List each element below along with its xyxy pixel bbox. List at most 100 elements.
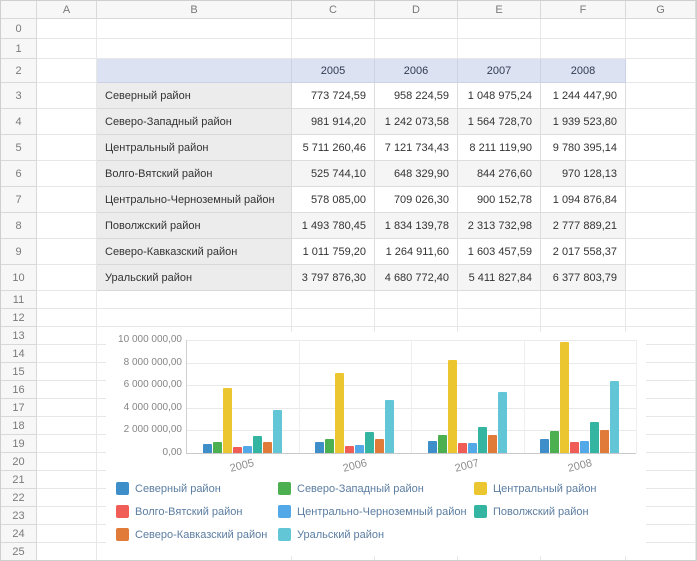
column-header-F[interactable]: F <box>541 1 626 19</box>
cell-A25[interactable] <box>37 543 97 561</box>
cell-D2[interactable]: 2006 <box>375 59 458 83</box>
cell-A17[interactable] <box>37 399 97 417</box>
row-header-12[interactable]: 12 <box>1 309 37 327</box>
cell-A22[interactable] <box>37 489 97 507</box>
cell-A0[interactable] <box>37 19 97 39</box>
cell-F12[interactable] <box>541 309 626 327</box>
cell-C3[interactable]: 773 724,59 <box>292 83 375 109</box>
cell-G6[interactable] <box>626 161 696 187</box>
legend-item-Центрально-Черноземный район[interactable]: Центрально-Черноземный район <box>278 505 467 518</box>
cell-F1[interactable] <box>541 39 626 59</box>
row-header-0[interactable]: 0 <box>1 19 37 39</box>
cell-G8[interactable] <box>626 213 696 239</box>
cell-A3[interactable] <box>37 83 97 109</box>
cell-G7[interactable] <box>626 187 696 213</box>
cell-C7[interactable]: 578 085,00 <box>292 187 375 213</box>
cell-E5[interactable]: 8 211 119,90 <box>458 135 541 161</box>
cell-F10[interactable]: 6 377 803,79 <box>541 265 626 291</box>
cell-C2[interactable]: 2005 <box>292 59 375 83</box>
cell-B7[interactable]: Центрально-Черноземный район <box>97 187 292 213</box>
legend-item-Центральный район[interactable]: Центральный район <box>474 482 597 495</box>
row-header-20[interactable]: 20 <box>1 453 37 471</box>
cell-D12[interactable] <box>375 309 458 327</box>
cell-A9[interactable] <box>37 239 97 265</box>
cell-B5[interactable]: Центральный район <box>97 135 292 161</box>
cell-E2[interactable]: 2007 <box>458 59 541 83</box>
row-header-25[interactable]: 25 <box>1 543 37 561</box>
cell-F9[interactable]: 2 017 558,37 <box>541 239 626 265</box>
cell-A24[interactable] <box>37 525 97 543</box>
cell-D5[interactable]: 7 121 734,43 <box>375 135 458 161</box>
cell-G9[interactable] <box>626 239 696 265</box>
cell-E4[interactable]: 1 564 728,70 <box>458 109 541 135</box>
column-header-A[interactable]: A <box>37 1 97 19</box>
cell-D0[interactable] <box>375 19 458 39</box>
cell-F3[interactable]: 1 244 447,90 <box>541 83 626 109</box>
column-header-D[interactable]: D <box>375 1 458 19</box>
cell-A23[interactable] <box>37 507 97 525</box>
cell-G3[interactable] <box>626 83 696 109</box>
cell-A10[interactable] <box>37 265 97 291</box>
row-header-6[interactable]: 6 <box>1 161 37 187</box>
cell-E10[interactable]: 5 411 827,84 <box>458 265 541 291</box>
row-header-7[interactable]: 7 <box>1 187 37 213</box>
cell-A13[interactable] <box>37 327 97 345</box>
cell-A20[interactable] <box>37 453 97 471</box>
cell-A1[interactable] <box>37 39 97 59</box>
row-header-14[interactable]: 14 <box>1 345 37 363</box>
row-header-4[interactable]: 4 <box>1 109 37 135</box>
cell-E7[interactable]: 900 152,78 <box>458 187 541 213</box>
cell-B11[interactable] <box>97 291 292 309</box>
cell-C9[interactable]: 1 011 759,20 <box>292 239 375 265</box>
cell-A2[interactable] <box>37 59 97 83</box>
cell-F11[interactable] <box>541 291 626 309</box>
cell-C1[interactable] <box>292 39 375 59</box>
legend-item-Северо-Западный район[interactable]: Северо-Западный район <box>278 482 424 495</box>
cell-D7[interactable]: 709 026,30 <box>375 187 458 213</box>
cell-B9[interactable]: Северо-Кавказский район <box>97 239 292 265</box>
legend-item-Северный район[interactable]: Северный район <box>116 482 221 495</box>
cell-E6[interactable]: 844 276,60 <box>458 161 541 187</box>
cell-B8[interactable]: Поволжский район <box>97 213 292 239</box>
cell-G12[interactable] <box>626 309 696 327</box>
cell-C4[interactable]: 981 914,20 <box>292 109 375 135</box>
row-header-5[interactable]: 5 <box>1 135 37 161</box>
cell-E11[interactable] <box>458 291 541 309</box>
cell-C12[interactable] <box>292 309 375 327</box>
column-header-C[interactable]: C <box>292 1 375 19</box>
cell-F8[interactable]: 2 777 889,21 <box>541 213 626 239</box>
column-header-B[interactable]: B <box>97 1 292 19</box>
row-header-8[interactable]: 8 <box>1 213 37 239</box>
cell-D10[interactable]: 4 680 772,40 <box>375 265 458 291</box>
cell-F0[interactable] <box>541 19 626 39</box>
cell-A7[interactable] <box>37 187 97 213</box>
cell-B2[interactable] <box>97 59 292 83</box>
cell-G0[interactable] <box>626 19 696 39</box>
cell-D9[interactable]: 1 264 911,60 <box>375 239 458 265</box>
row-header-19[interactable]: 19 <box>1 435 37 453</box>
cell-D1[interactable] <box>375 39 458 59</box>
select-all-corner[interactable] <box>1 1 37 19</box>
cell-D11[interactable] <box>375 291 458 309</box>
cell-B4[interactable]: Северо-Западный район <box>97 109 292 135</box>
cell-D6[interactable]: 648 329,90 <box>375 161 458 187</box>
cell-F6[interactable]: 970 128,13 <box>541 161 626 187</box>
row-header-21[interactable]: 21 <box>1 471 37 489</box>
embedded-chart[interactable]: 10 000 000,008 000 000,006 000 000,004 0… <box>106 332 646 556</box>
cell-E12[interactable] <box>458 309 541 327</box>
cell-C0[interactable] <box>292 19 375 39</box>
cell-G1[interactable] <box>626 39 696 59</box>
cell-A12[interactable] <box>37 309 97 327</box>
row-header-9[interactable]: 9 <box>1 239 37 265</box>
row-header-1[interactable]: 1 <box>1 39 37 59</box>
legend-item-Северо-Кавказский район[interactable]: Северо-Кавказский район <box>116 528 267 541</box>
cell-A14[interactable] <box>37 345 97 363</box>
cell-G4[interactable] <box>626 109 696 135</box>
cell-B6[interactable]: Волго-Вятский район <box>97 161 292 187</box>
row-header-10[interactable]: 10 <box>1 265 37 291</box>
column-header-E[interactable]: E <box>458 1 541 19</box>
cell-C10[interactable]: 3 797 876,30 <box>292 265 375 291</box>
cell-F4[interactable]: 1 939 523,80 <box>541 109 626 135</box>
row-header-16[interactable]: 16 <box>1 381 37 399</box>
cell-D3[interactable]: 958 224,59 <box>375 83 458 109</box>
